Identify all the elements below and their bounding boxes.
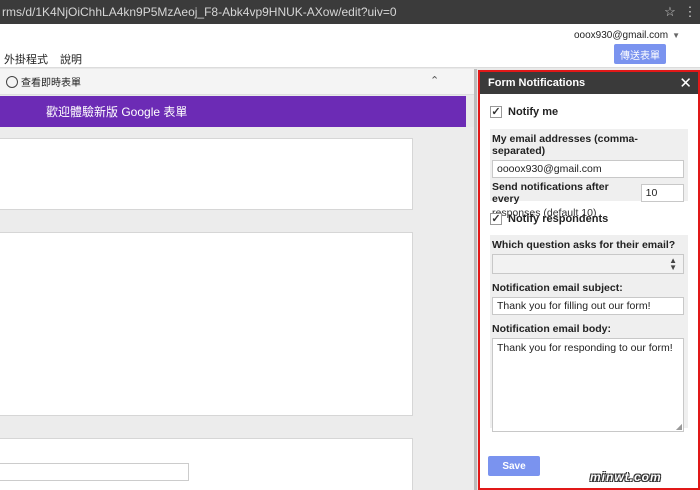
- collapse-chevron-icon[interactable]: ⌃: [430, 74, 439, 87]
- app-header: 外掛程式 說明 ooox930@gmail.com ▼ 傳送表單: [0, 24, 700, 68]
- star-icon[interactable]: ☆: [660, 4, 680, 20]
- which-question-label: Which question asks for their email?: [492, 239, 676, 251]
- notify-me-section: My email addresses (comma-separated) ooo…: [490, 129, 688, 219]
- caret-down-icon: ▼: [672, 31, 680, 40]
- email-label: My email addresses (comma-separated): [492, 133, 638, 157]
- menu-bar: 外掛程式 說明: [4, 51, 82, 67]
- email-question-select[interactable]: ▲ ▼: [492, 254, 684, 274]
- save-button[interactable]: Save: [488, 456, 540, 476]
- notify-respondents-label: Notify respondents: [508, 213, 609, 225]
- close-icon[interactable]: ✕: [679, 74, 692, 92]
- welcome-banner: 歡迎體驗新版 Google 表單: [0, 96, 466, 127]
- email-body-textarea[interactable]: Thank you for responding to our form! ◢: [492, 338, 684, 432]
- menu-item-help[interactable]: 說明: [60, 51, 82, 67]
- form-card[interactable]: [0, 138, 413, 210]
- notify-respondents-checkbox[interactable]: ✓: [490, 213, 502, 225]
- kebab-menu-icon[interactable]: ⋮: [680, 4, 700, 20]
- watermark-logo: minwt.com: [590, 470, 662, 484]
- form-notifications-panel: Form Notifications ✕ ✓ Notify me My emai…: [478, 70, 700, 490]
- notify-me-label: Notify me: [508, 106, 559, 118]
- resize-grip-icon[interactable]: ◢: [676, 422, 682, 431]
- menu-item-addons[interactable]: 外掛程式: [4, 51, 48, 67]
- response-threshold-input[interactable]: 10: [640, 184, 684, 202]
- threshold-row: Send notifications after every 10: [492, 181, 684, 205]
- form-card[interactable]: [0, 438, 413, 490]
- notify-respondents-section: Which question asks for their email? ▲ ▼ …: [490, 235, 688, 432]
- form-card[interactable]: [0, 232, 413, 416]
- view-live-form-link[interactable]: 查看即時表單: [6, 74, 81, 89]
- notify-me-row[interactable]: ✓ Notify me: [480, 106, 698, 118]
- notify-respondents-row[interactable]: ✓ Notify respondents: [480, 213, 698, 225]
- editor-toolbar: 查看即時表單 ⌃: [0, 69, 474, 95]
- question-input[interactable]: [0, 463, 189, 481]
- globe-icon: [6, 75, 18, 88]
- updown-arrows-icon: ▲ ▼: [669, 256, 677, 272]
- subject-label: Notification email subject:: [492, 282, 623, 294]
- panel-title: Form Notifications: [488, 77, 586, 89]
- send-form-button[interactable]: 傳送表單: [614, 44, 666, 64]
- panel-divider: [474, 69, 477, 490]
- panel-header: Form Notifications ✕: [480, 72, 698, 94]
- banner-text: 歡迎體驗新版 Google 表單: [46, 105, 188, 119]
- url-text[interactable]: rms/d/1K4NjOiChhLA4kn9P5MzAeoj_F8-Abk4vp…: [0, 5, 660, 19]
- browser-address-bar[interactable]: rms/d/1K4NjOiChhLA4kn9P5MzAeoj_F8-Abk4vp…: [0, 0, 700, 24]
- account-email: ooox930@gmail.com: [573, 30, 669, 41]
- email-subject-input[interactable]: Thank you for filling out our form!: [492, 297, 684, 315]
- email-addresses-input[interactable]: oooox930@gmail.com: [492, 160, 684, 178]
- body-label: Notification email body:: [492, 323, 612, 335]
- after-every-label: Send notifications after every: [492, 181, 609, 205]
- view-live-label: 查看即時表單: [21, 78, 81, 89]
- account-switcher[interactable]: ooox930@gmail.com ▼: [574, 30, 680, 41]
- notify-me-checkbox[interactable]: ✓: [490, 106, 502, 118]
- email-body-text: Thank you for responding to our form!: [497, 342, 673, 354]
